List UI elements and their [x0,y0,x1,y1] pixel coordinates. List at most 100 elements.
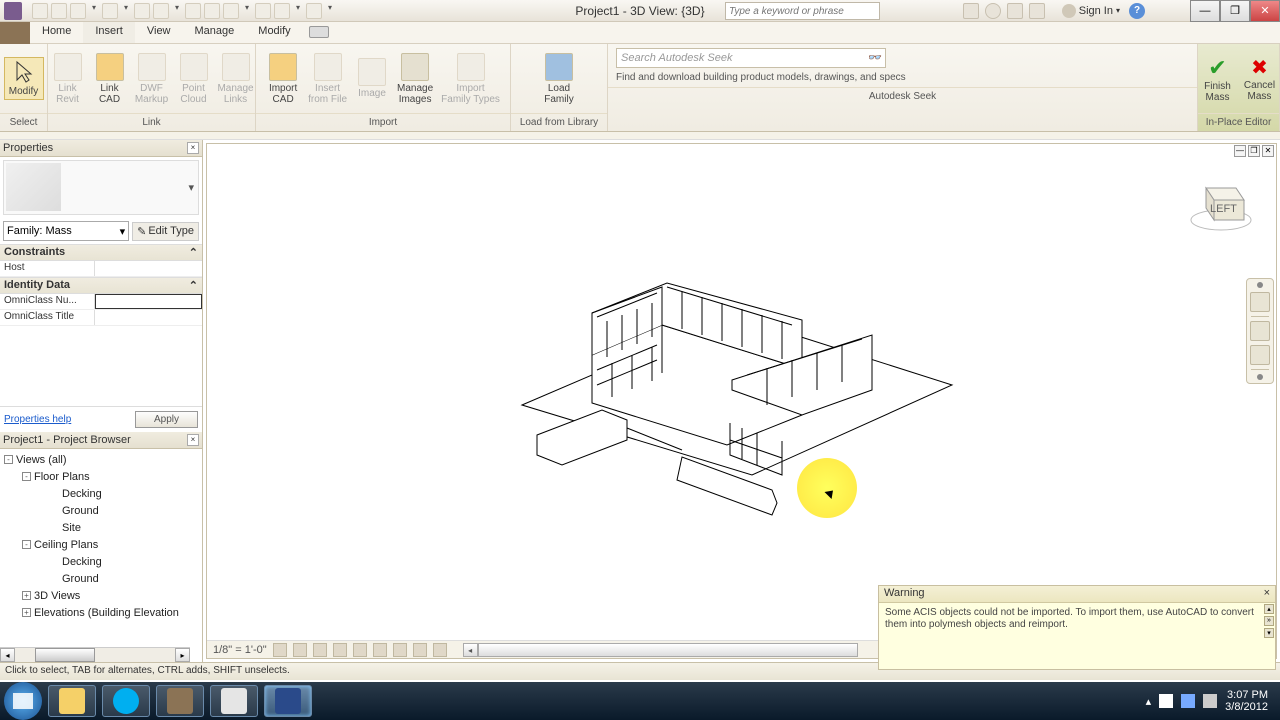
help-search-input[interactable] [725,2,880,20]
tree-item[interactable]: Ground [2,502,200,519]
load-family-button[interactable]: Load Family [539,51,579,107]
chevron-down-icon[interactable]: ▾ [89,3,99,19]
prop-row-host[interactable]: Host [0,261,202,277]
close-button[interactable]: ✕ [1250,0,1280,22]
start-button[interactable] [4,682,42,720]
flag-icon[interactable] [1159,694,1173,708]
detail-level-icon[interactable] [273,643,287,657]
scroll-thumb[interactable] [478,643,858,657]
volume-icon[interactable] [1203,694,1217,708]
binoculars-icon[interactable]: 👓 [867,51,881,65]
tree-item[interactable]: Ground [2,570,200,587]
tree-item[interactable]: Site [2,519,200,536]
view-min-icon[interactable]: — [1234,145,1246,157]
maximize-button[interactable]: ❐ [1220,0,1250,22]
type-preview[interactable]: ▾ [3,160,199,215]
signin-button[interactable]: Sign In ▾ [1062,4,1120,18]
tab-home[interactable]: Home [30,22,83,43]
modify-button[interactable]: Modify [4,57,44,100]
minimize-button[interactable]: — [1190,0,1220,22]
tree-toggle-icon[interactable]: - [4,455,13,464]
edit-type-button[interactable]: ✎ Edit Type [132,222,199,241]
key-icon[interactable] [1007,3,1023,19]
prop-row-omninum[interactable]: OmniClass Nu... [0,294,202,310]
help-icon[interactable]: ? [1129,3,1145,19]
project-browser-header[interactable]: Project1 - Project Browser × [0,432,202,449]
tree-item[interactable]: -Views (all) [2,451,200,468]
section-identity[interactable]: Identity Data⌃ [0,277,202,294]
tree-item[interactable]: +Elevations (Building Elevation [2,604,200,621]
tree-toggle-icon[interactable]: - [22,540,31,549]
viewcube[interactable]: LEFT [1186,168,1256,238]
clock[interactable]: 3:07 PM 3/8/2012 [1225,689,1268,713]
subscription-icon[interactable] [963,3,979,19]
scale-display[interactable]: 1/8" = 1'-0" [213,644,267,656]
dwf-markup-button[interactable]: DWF Markup [132,51,172,107]
qat-open-icon[interactable] [32,3,48,19]
tree-item[interactable]: +3D Views [2,587,200,604]
import-family-types-button[interactable]: Import Family Types [438,51,503,107]
scroll-left-icon[interactable]: ◂ [0,648,15,662]
scroll-left-icon[interactable]: ◂ [463,643,478,657]
tree-item[interactable]: Decking [2,553,200,570]
seek-search-input[interactable]: Search Autodesk Seek 👓 [616,48,886,68]
nav-dot[interactable] [1257,282,1263,288]
horizontal-scrollbar[interactable]: ◂ ▸ [0,647,190,662]
qat-measure-icon[interactable] [153,3,169,19]
properties-header[interactable]: Properties × [0,140,202,157]
import-cad-button[interactable]: Import CAD [263,51,303,107]
tray-expand-icon[interactable]: ▴ [1146,695,1152,708]
warning-title-bar[interactable]: Warning × [879,586,1275,603]
tree-toggle-icon[interactable]: + [22,608,31,617]
qat-save-icon[interactable] [51,3,67,19]
chevron-down-icon[interactable]: ▾ [172,3,182,19]
manage-links-button[interactable]: Manage Links [216,51,256,107]
temp-hide-icon[interactable] [433,643,447,657]
warning-close-icon[interactable]: × [1264,587,1270,601]
shadows-icon[interactable] [333,643,347,657]
chevron-down-icon[interactable]: ▾ [293,3,303,19]
task-revit[interactable] [264,685,312,717]
qat-close-icon[interactable] [306,3,322,19]
qat-text-icon[interactable] [204,3,220,19]
crop-icon[interactable] [373,643,387,657]
qat-btn[interactable] [134,3,150,19]
crop-region-icon[interactable] [393,643,407,657]
tree-item[interactable]: Decking [2,485,200,502]
zoom-icon[interactable] [1250,345,1270,365]
qat-redo-icon[interactable] [102,3,118,19]
tree-toggle-icon[interactable]: - [22,472,31,481]
properties-help-link[interactable]: Properties help [4,414,71,425]
tree-item[interactable]: -Ceiling Plans [2,536,200,553]
chevron-down-icon[interactable]: ▾ [121,3,131,19]
exchange-icon[interactable] [985,3,1001,19]
warning-expand-icon[interactable]: » [1264,616,1274,626]
tab-insert[interactable]: Insert [83,22,135,43]
scroll-right-icon[interactable]: ▸ [175,648,190,662]
family-select[interactable]: Family: Mass▾ [3,221,129,241]
app-menu-button[interactable] [0,22,30,44]
steering-wheel-icon[interactable] [1250,292,1270,312]
section-constraints[interactable]: Constraints⌃ [0,244,202,261]
chevron-down-icon[interactable]: ▾ [325,3,335,19]
tab-modify[interactable]: Modify [246,22,302,43]
task-app1[interactable] [156,685,204,717]
cancel-mass-button[interactable]: ✖Cancel Mass [1240,53,1280,104]
warning-up-icon[interactable]: ▴ [1264,604,1274,614]
panel-close-icon[interactable]: × [187,142,199,154]
qat-switch-icon[interactable] [274,3,290,19]
link-revit-button[interactable]: Link Revit [48,51,88,107]
insert-from-file-button[interactable]: Insert from File [305,51,350,107]
image-button[interactable]: Image [352,56,392,101]
tab-view[interactable]: View [135,22,183,43]
ribbon-toggle[interactable] [309,26,329,38]
pan-icon[interactable] [1250,321,1270,341]
link-cad-button[interactable]: Link CAD [90,51,130,107]
sun-path-icon[interactable] [313,643,327,657]
app-icon[interactable] [4,2,22,20]
favorite-icon[interactable] [1029,3,1045,19]
qat-dim-icon[interactable] [185,3,201,19]
point-cloud-button[interactable]: Point Cloud [174,51,214,107]
drawing-canvas[interactable]: LEFT [207,158,1276,640]
nav-dot[interactable] [1257,374,1263,380]
